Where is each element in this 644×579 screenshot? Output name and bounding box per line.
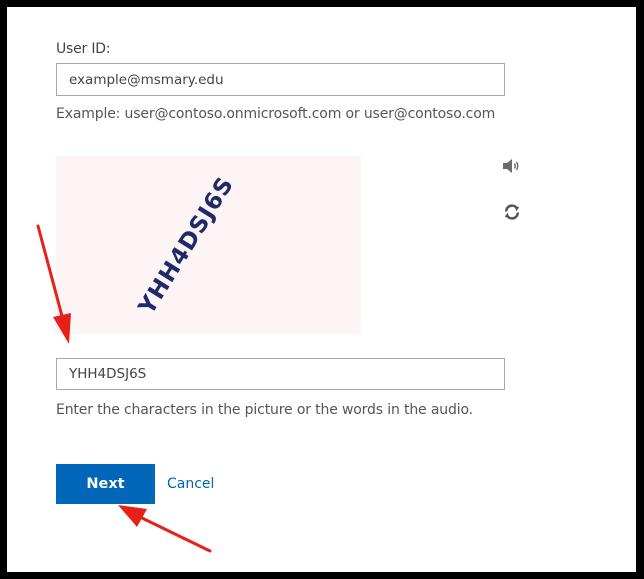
captcha-hint: Enter the characters in the picture or t… <box>56 402 473 418</box>
refresh-captcha-button[interactable] <box>501 201 523 223</box>
captcha-input-value: YHH4DSJ6S <box>69 366 147 382</box>
captcha-input[interactable]: YHH4DSJ6S <box>56 358 505 390</box>
user-id-label: User ID: <box>56 41 111 57</box>
next-button[interactable]: Next <box>56 464 155 504</box>
captcha-characters: YHH4DSJ6S <box>134 172 240 320</box>
captcha-graphic: YHH4DSJ6S <box>134 172 240 320</box>
user-id-value: example@msmary.edu <box>69 71 224 88</box>
screenshot-frame: User ID: example@msmary.edu Example: use… <box>0 0 644 579</box>
cancel-link[interactable]: Cancel <box>167 476 214 492</box>
user-id-input[interactable]: example@msmary.edu <box>56 63 505 96</box>
speaker-icon <box>503 159 519 173</box>
refresh-icon <box>504 204 520 220</box>
captcha-image: YHH4DSJ6S <box>56 156 361 334</box>
user-id-hint: Example: user@contoso.onmicrosoft.com or… <box>56 106 496 122</box>
audio-captcha-button[interactable] <box>500 155 522 177</box>
